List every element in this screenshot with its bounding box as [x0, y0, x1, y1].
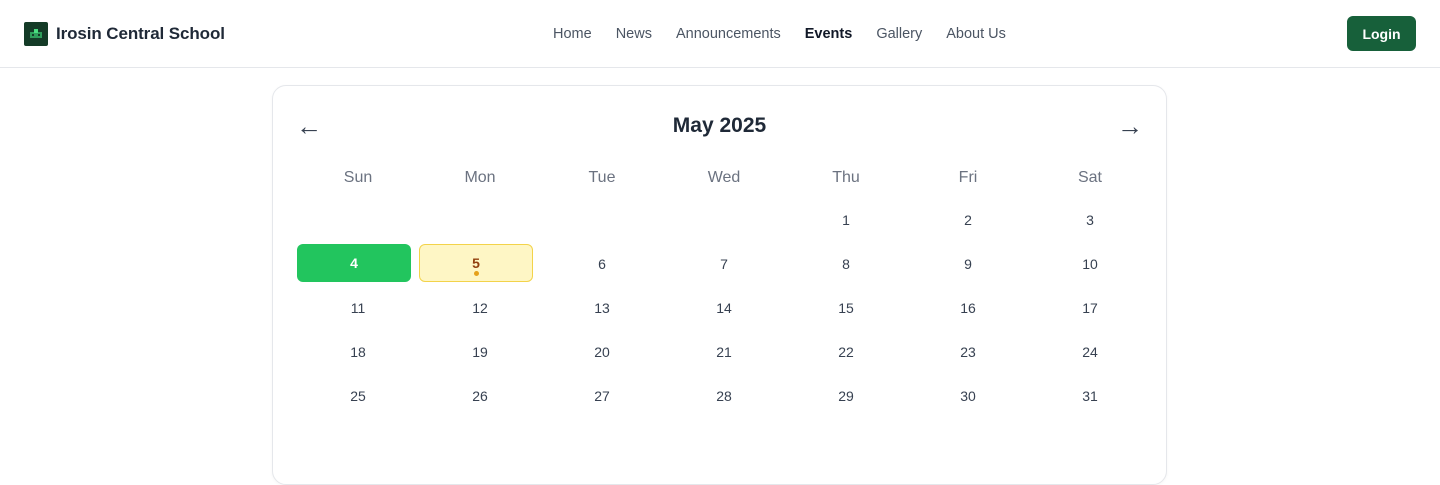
calendar-day-27[interactable]: 27 [541, 374, 663, 418]
calendar-day-label: 28 [716, 388, 732, 404]
calendar-day-16[interactable]: 16 [907, 286, 1029, 330]
event-indicator-dot [474, 271, 479, 276]
calendar-day-4[interactable]: 4 [297, 244, 411, 282]
calendar-day-label: 26 [472, 388, 488, 404]
calendar-day-7[interactable]: 7 [663, 242, 785, 286]
calendar-day-label: 24 [1082, 344, 1098, 360]
calendar-day-label: 10 [1082, 256, 1098, 272]
nav-gallery[interactable]: Gallery [876, 24, 922, 44]
brand-name: Irosin Central School [56, 24, 225, 43]
calendar-day-15[interactable]: 15 [785, 286, 907, 330]
calendar-day-8[interactable]: 8 [785, 242, 907, 286]
calendar-day-20[interactable]: 20 [541, 330, 663, 374]
calendar-day-label: 27 [594, 388, 610, 404]
nav-events[interactable]: Events [805, 24, 853, 44]
calendar-day-empty [663, 198, 785, 242]
calendar-day-label: 25 [350, 388, 366, 404]
nav-news[interactable]: News [616, 24, 652, 44]
main-nav: Home News Announcements Events Gallery A… [553, 24, 1006, 44]
calendar-day-31[interactable]: 31 [1029, 374, 1151, 418]
calendar-day-label: 11 [350, 300, 366, 316]
calendar-day-13[interactable]: 13 [541, 286, 663, 330]
calendar-card: ← May 2025 → Sun Mon Tue Wed Thu Fri Sat… [272, 85, 1167, 485]
calendar-day-label: 3 [1086, 212, 1094, 228]
calendar-day-26[interactable]: 26 [419, 374, 541, 418]
weekday-sun: Sun [343, 169, 373, 186]
calendar-day-30[interactable]: 30 [907, 374, 1029, 418]
weekday-thu: Thu [832, 169, 860, 186]
calendar-day-empty [297, 198, 419, 242]
calendar-day-empty [419, 198, 541, 242]
calendar-day-label: 4 [350, 255, 358, 271]
calendar-day-label: 12 [472, 300, 488, 316]
calendar-day-label: 9 [964, 256, 972, 272]
nav-home[interactable]: Home [553, 24, 592, 44]
calendar-day-1[interactable]: 1 [785, 198, 907, 242]
weekday-wed: Wed [707, 169, 741, 186]
calendar-day-12[interactable]: 12 [419, 286, 541, 330]
school-logo-icon [24, 22, 48, 46]
weekday-fri: Fri [958, 169, 978, 186]
weekday-sat: Sat [1077, 169, 1102, 186]
calendar-day-label: 20 [594, 344, 610, 360]
weekday-tue: Tue [588, 169, 616, 186]
calendar-day-label: 18 [350, 344, 366, 360]
calendar-day-22[interactable]: 22 [785, 330, 907, 374]
calendar-day-label: 6 [598, 256, 606, 272]
calendar-day-25[interactable]: 25 [297, 374, 419, 418]
calendar-day-label: 31 [1082, 388, 1098, 404]
calendar-day-label: 14 [716, 300, 732, 316]
calendar-day-19[interactable]: 19 [419, 330, 541, 374]
calendar-day-label: 22 [838, 344, 854, 360]
calendar-day-28[interactable]: 28 [663, 374, 785, 418]
calendar-day-24[interactable]: 24 [1029, 330, 1151, 374]
calendar-day-14[interactable]: 14 [663, 286, 785, 330]
calendar-day-21[interactable]: 21 [663, 330, 785, 374]
calendar-day-29[interactable]: 29 [785, 374, 907, 418]
calendar-day-label: 16 [960, 300, 976, 316]
calendar-day-9[interactable]: 9 [907, 242, 1029, 286]
calendar-day-label: 7 [720, 256, 728, 272]
calendar-day-label: 21 [716, 344, 732, 360]
calendar-day-label: 19 [472, 344, 488, 360]
days-grid: 1 2 3 4 5 6 7 8 9 10 11 12 13 14 15 16 17 18 19 20 21 22 23 24 2… [297, 198, 1147, 418]
calendar-day-label: 13 [594, 300, 610, 316]
top-navbar: Irosin Central School Home News Announce… [0, 0, 1440, 68]
calendar-day-label: 29 [838, 388, 854, 404]
weekday-mon: Mon [464, 169, 496, 186]
month-title: May 2025 [672, 114, 767, 137]
calendar-day-label: 15 [838, 300, 854, 316]
calendar-day-3[interactable]: 3 [1029, 198, 1151, 242]
nav-about-us[interactable]: About Us [946, 24, 1006, 44]
weekday-header: Sun Mon Tue Wed Thu Fri Sat [297, 169, 1147, 187]
calendar-day-label: 8 [842, 256, 850, 272]
calendar-day-label: 2 [964, 212, 972, 228]
calendar-day-label: 1 [842, 212, 850, 228]
calendar-day-label: 30 [960, 388, 976, 404]
calendar-day-17[interactable]: 17 [1029, 286, 1151, 330]
login-button[interactable]: Login [1347, 16, 1416, 51]
nav-announcements[interactable]: Announcements [676, 24, 781, 44]
calendar-day-label: 5 [472, 255, 480, 271]
calendar-day-empty [541, 198, 663, 242]
calendar-day-10[interactable]: 10 [1029, 242, 1151, 286]
brand-link[interactable]: Irosin Central School [24, 22, 225, 46]
calendar-day-11[interactable]: 11 [297, 286, 419, 330]
calendar-day-23[interactable]: 23 [907, 330, 1029, 374]
calendar-day-2[interactable]: 2 [907, 198, 1029, 242]
calendar-day-6[interactable]: 6 [541, 242, 663, 286]
calendar-day-18[interactable]: 18 [297, 330, 419, 374]
calendar-day-label: 23 [960, 344, 976, 360]
calendar-day-label: 17 [1082, 300, 1098, 316]
calendar-day-5[interactable]: 5 [419, 244, 533, 282]
next-month-arrow-icon[interactable]: → [1117, 112, 1143, 140]
